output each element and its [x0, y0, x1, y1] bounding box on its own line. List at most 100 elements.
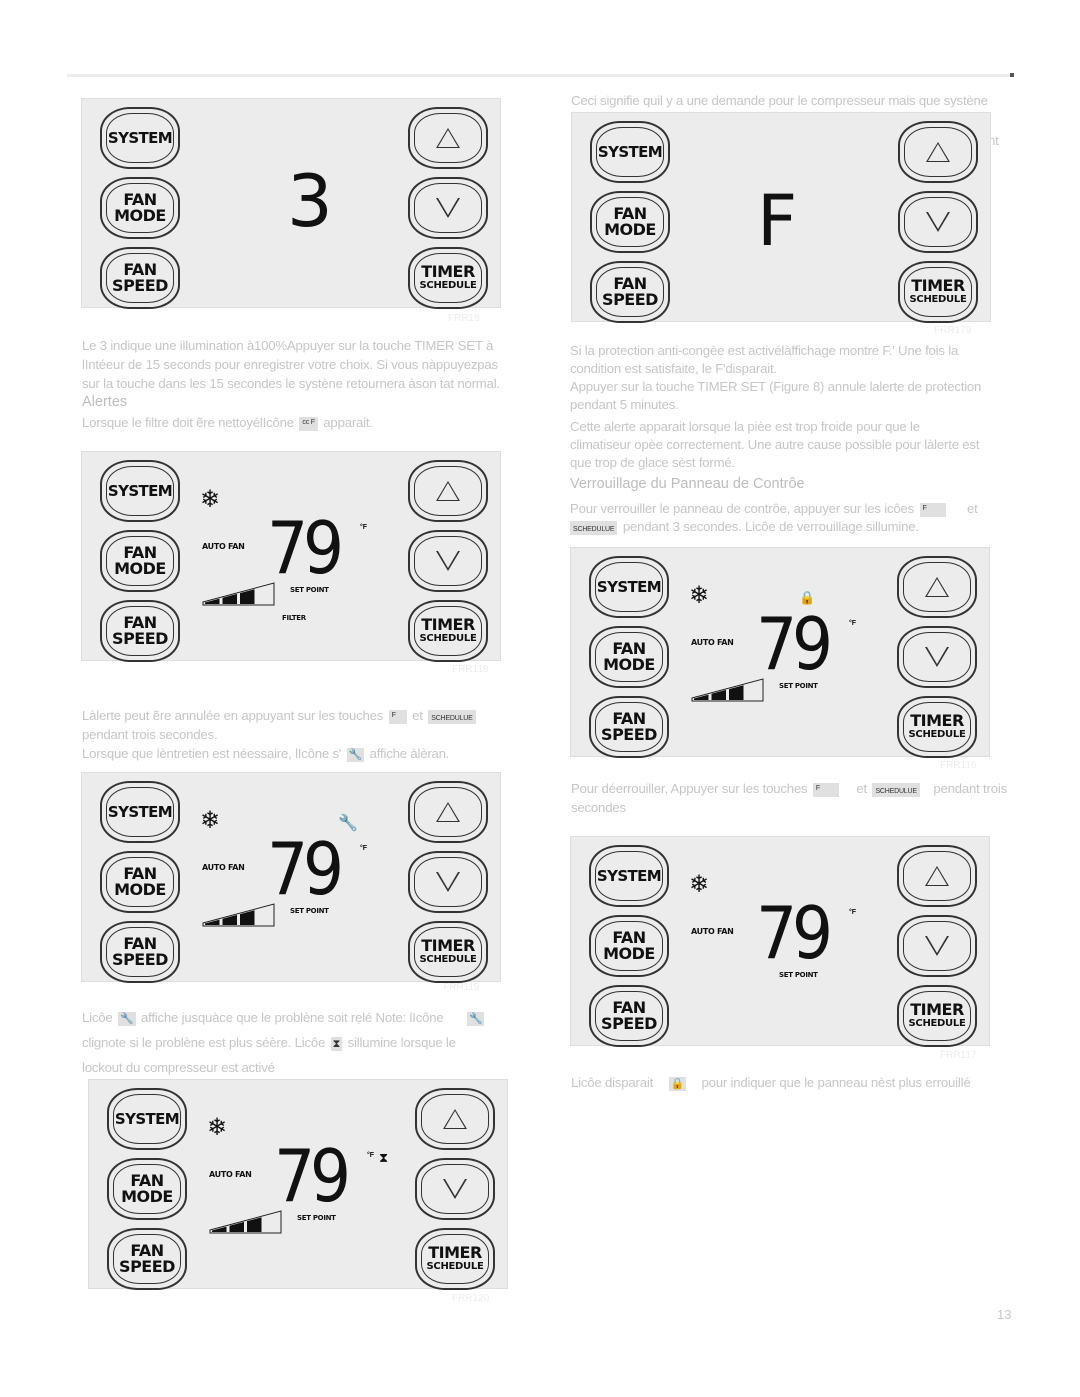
- text-line: que trop de glace sèst formé.: [570, 455, 736, 470]
- lock-heading: Verrouillage du Panneau de Contrôe: [570, 476, 805, 492]
- button-label: FAN: [123, 190, 157, 209]
- timer-schedule-button[interactable]: TIMER SCHEDULE: [897, 985, 977, 1047]
- fan-speed-button[interactable]: FAN SPEED: [589, 985, 669, 1047]
- text-span: sillumine lorsque le: [347, 1035, 456, 1050]
- thermostat-panel-unlocked: SYSTEM FAN MODE FAN SPEED TIMER SCHEDULE ❄ AUTO …: [570, 836, 990, 1047]
- fan-mode-button[interactable]: FAN MODE: [100, 851, 180, 913]
- fan-speed-button[interactable]: FAN SPEED: [100, 247, 180, 309]
- system-button[interactable]: SYSTEM: [100, 460, 180, 522]
- system-button[interactable]: SYSTEM: [100, 107, 180, 169]
- figure-label: FRR179: [934, 325, 972, 336]
- system-button[interactable]: SYSTEM: [589, 556, 669, 618]
- text-span: Lorsque le filtre doit ẽre nettoyélIcône: [82, 415, 294, 430]
- auto-fan-label: AUTO FAN: [691, 927, 734, 936]
- fan-speed-segment: [222, 593, 237, 604]
- timer-schedule-button[interactable]: TIMER SCHEDULE: [408, 247, 488, 309]
- snowflake-icon: ❄: [207, 1114, 228, 1141]
- fan-mode-button[interactable]: FAN MODE: [100, 530, 180, 592]
- up-button[interactable]: [898, 121, 978, 183]
- fan-mode-button[interactable]: FAN MODE: [590, 191, 670, 253]
- up-button[interactable]: [408, 460, 488, 522]
- text-span: pour indiquer que le panneau nèst plus e…: [701, 1075, 971, 1090]
- text-line: secondes: [571, 800, 626, 815]
- text-span: affiche àlèran.: [369, 746, 450, 761]
- button-label: SYSTEM: [596, 578, 662, 596]
- thermostat-panel-service: SYSTEM FAN MODE FAN SPEED TIMER SCHEDULE ❄ AUTO …: [81, 772, 501, 983]
- text-span: Licôe disparait: [571, 1075, 654, 1090]
- paragraph-lock: Pour verrouiller le panneau de contrôe, …: [570, 500, 978, 536]
- fan-mode-button[interactable]: FAN MODE: [589, 915, 669, 977]
- fan-speed-button[interactable]: FAN SPEED: [100, 600, 180, 662]
- down-arrow-icon: [436, 872, 460, 892]
- degree-f-label: °F: [367, 1152, 375, 1159]
- text-line: lIntéeur de 15 seconds pour enregistrer …: [82, 357, 498, 372]
- down-button[interactable]: [415, 1158, 495, 1220]
- button-label: SCHEDULE: [419, 954, 477, 965]
- button-label: FAN: [613, 274, 647, 293]
- fan-speed-button[interactable]: FAN SPEED: [107, 1228, 187, 1290]
- system-button[interactable]: SYSTEM: [590, 121, 670, 183]
- button-label: MODE: [121, 1187, 173, 1206]
- set-point-label: SET POINT: [290, 586, 329, 594]
- text-span: pendant trois: [933, 781, 1007, 796]
- fan-speed-button[interactable]: FAN SPEED: [100, 921, 180, 983]
- snowflake-icon: ❄: [200, 486, 221, 513]
- system-button[interactable]: SYSTEM: [107, 1088, 187, 1150]
- button-label: MODE: [114, 880, 166, 899]
- down-arrow-icon: [436, 551, 460, 571]
- paragraph-filter: Lorsque le filtre doit ẽre nettoyélIcône…: [82, 413, 373, 432]
- timer-schedule-button[interactable]: TIMER SCHEDULE: [408, 600, 488, 662]
- button-label: SPEED: [112, 276, 168, 295]
- timer-schedule-button[interactable]: TIMER SCHEDULE: [408, 921, 488, 983]
- up-button[interactable]: [415, 1088, 495, 1150]
- up-button[interactable]: [408, 781, 488, 843]
- display-digit: 3: [287, 159, 333, 243]
- button-label: TIMER: [421, 615, 475, 634]
- figure-label: FRR118: [452, 664, 489, 675]
- down-arrow-icon: [925, 647, 949, 667]
- text-span: clignote si le problène est plus séère. …: [82, 1035, 326, 1050]
- button-label: SCHEDULE: [908, 1018, 966, 1029]
- timer-schedule-button[interactable]: TIMER SCHEDULE: [898, 261, 978, 323]
- timer-schedule-button[interactable]: TIMER SCHEDULE: [415, 1228, 495, 1290]
- text-line: lockout du compresseur est activé: [82, 1060, 275, 1075]
- up-key-icon: F: [812, 782, 839, 797]
- up-button[interactable]: [897, 845, 977, 907]
- down-button[interactable]: [408, 851, 488, 913]
- text-span: Lorsque que lèntretien est néessaire, lI…: [82, 746, 342, 761]
- system-button[interactable]: SYSTEM: [589, 845, 669, 907]
- up-arrow-icon: [926, 142, 950, 162]
- down-button[interactable]: [897, 626, 977, 688]
- temperature-display: 79: [267, 506, 344, 590]
- text-line: sur la touche dans les 15 secondes le sy…: [82, 376, 500, 391]
- down-button[interactable]: [408, 530, 488, 592]
- alerts-heading: Alertes: [82, 394, 128, 410]
- thermostat-panel-brightness: 3 SYSTEM FAN MODE FAN SPEED TIMER SCHEDULE: [81, 98, 501, 309]
- button-label: FAN: [612, 928, 646, 947]
- button-label: FAN: [130, 1171, 164, 1190]
- fan-speed-segment: [711, 689, 726, 700]
- fan-mode-button[interactable]: FAN MODE: [100, 177, 180, 239]
- figure-label: FRR116: [940, 760, 977, 771]
- button-label: SPEED: [601, 1014, 657, 1033]
- timer-schedule-button[interactable]: TIMER SCHEDULE: [897, 696, 977, 758]
- text-line: Appuyer sur la touche TIMER SET (Figure …: [570, 379, 982, 394]
- up-button[interactable]: [408, 107, 488, 169]
- fan-speed-bar: [202, 582, 275, 606]
- up-arrow-icon: [436, 802, 460, 822]
- down-button[interactable]: [408, 177, 488, 239]
- snowflake-icon: ❄: [200, 807, 221, 834]
- up-arrow-icon: [925, 577, 949, 597]
- fan-mode-button[interactable]: FAN MODE: [107, 1158, 187, 1220]
- down-button[interactable]: [898, 191, 978, 253]
- fan-mode-button[interactable]: FAN MODE: [589, 626, 669, 688]
- schedule-key-icon: SCHEDULUE: [428, 709, 476, 724]
- button-label: MODE: [114, 559, 166, 578]
- up-button[interactable]: [897, 556, 977, 618]
- button-label: MODE: [603, 944, 655, 963]
- button-label: SCHEDULE: [909, 294, 967, 305]
- system-button[interactable]: SYSTEM: [100, 781, 180, 843]
- down-button[interactable]: [897, 915, 977, 977]
- fan-speed-button[interactable]: FAN SPEED: [590, 261, 670, 323]
- fan-speed-button[interactable]: FAN SPEED: [589, 696, 669, 758]
